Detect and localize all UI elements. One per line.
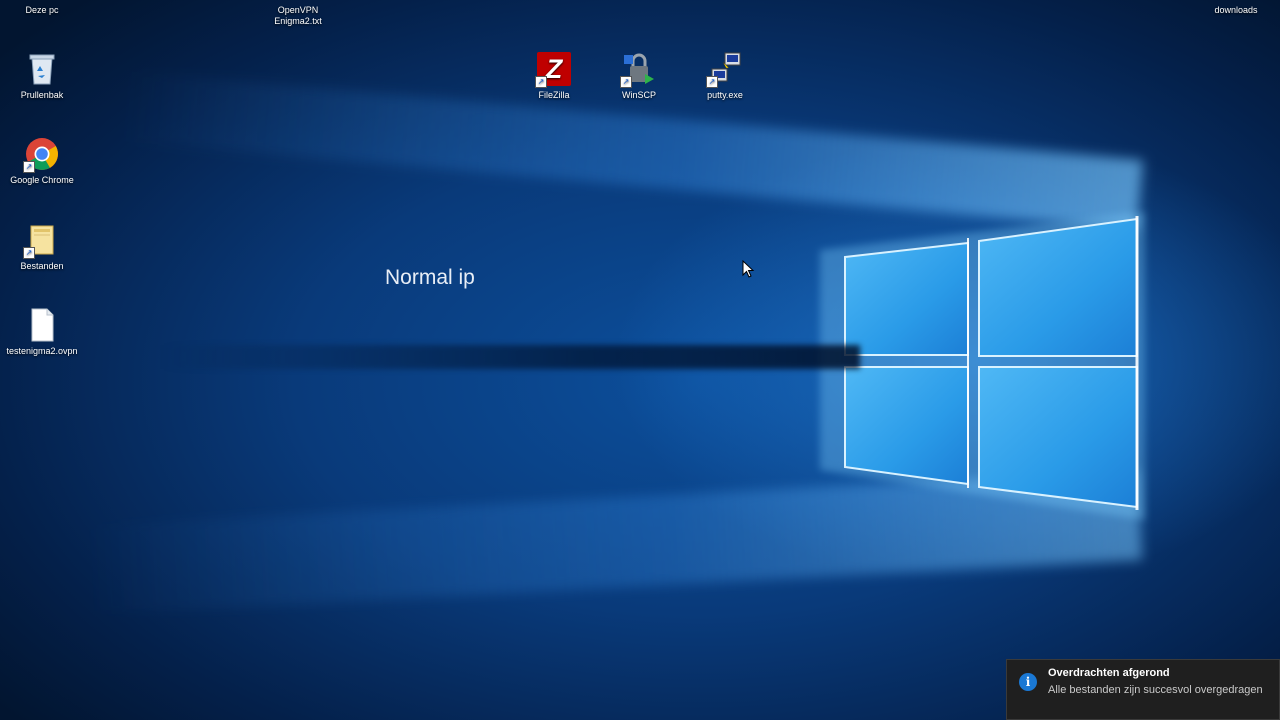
- shortcut-arrow-icon: ↗: [23, 161, 35, 173]
- desktop-icon-downloads[interactable]: downloads: [1196, 5, 1276, 16]
- shortcut-arrow-icon: ↗: [706, 76, 718, 88]
- shortcut-arrow-icon: ↗: [620, 76, 632, 88]
- desktop-icon-label: Prullenbak: [20, 90, 64, 100]
- desktop-icon-label: FileZilla: [538, 90, 570, 100]
- desktop-icon-label: Deze pc: [25, 5, 59, 15]
- notification-title: Overdrachten afgerond: [1048, 667, 1170, 679]
- desktop-icon-google-chrome[interactable]: ↗ Google Chrome: [0, 137, 84, 186]
- chrome-icon: ↗: [23, 137, 59, 173]
- winscp-icon: ↗: [620, 52, 656, 88]
- desktop-icon-recycle-bin[interactable]: Prullenbak: [0, 52, 84, 101]
- video-overlay-caption: Normal ip: [385, 266, 475, 289]
- filezilla-icon: Z ↗: [535, 52, 571, 88]
- notification-body: Alle bestanden zijn succesvol overgedrag…: [1048, 684, 1263, 696]
- wallpaper-shadow-band: [160, 345, 860, 369]
- desktop-icon-filezilla[interactable]: Z ↗ FileZilla: [512, 52, 596, 101]
- desktop-icon-label: putty.exe: [707, 90, 743, 100]
- desktop-icon-label: WinSCP: [621, 90, 656, 100]
- desktop-icon-this-pc[interactable]: Deze pc: [2, 5, 82, 16]
- desktop-icon-label: downloads: [1214, 5, 1258, 15]
- desktop-icon-winscp[interactable]: ↗ WinSCP: [597, 52, 681, 101]
- mouse-cursor-icon: [742, 260, 755, 278]
- info-icon: i: [1019, 673, 1037, 691]
- file-icon: [25, 308, 59, 342]
- desktop-icon-label: Enigma2.txt: [274, 16, 322, 26]
- desktop-icon-label: Bestanden: [20, 261, 64, 271]
- desktop-icon-label: Google Chrome: [10, 175, 74, 185]
- recycle-bin-icon: [25, 52, 59, 86]
- desktop-icon-bestanden[interactable]: ↗ Bestanden: [0, 223, 84, 272]
- desktop-icon-label: testenigma2.ovpn: [6, 346, 78, 356]
- desktop-icon-openvpn-file[interactable]: OpenVPN Enigma2.txt: [258, 5, 338, 27]
- shortcut-arrow-icon: ↗: [535, 76, 547, 88]
- desktop-icon-ovpn-file[interactable]: testenigma2.ovpn: [0, 308, 84, 357]
- notification-toast[interactable]: i Overdrachten afgerond Alle bestanden z…: [1006, 659, 1280, 720]
- desktop-icon-putty[interactable]: ↗ putty.exe: [683, 52, 767, 101]
- shortcut-arrow-icon: ↗: [23, 247, 35, 259]
- folder-icon: ↗: [23, 223, 59, 259]
- putty-icon: ↗: [706, 52, 742, 88]
- desktop-icon-label: OpenVPN: [277, 5, 319, 15]
- desktop[interactable]: Deze pc OpenVPN Enigma2.txt downloads Pr…: [0, 0, 1280, 720]
